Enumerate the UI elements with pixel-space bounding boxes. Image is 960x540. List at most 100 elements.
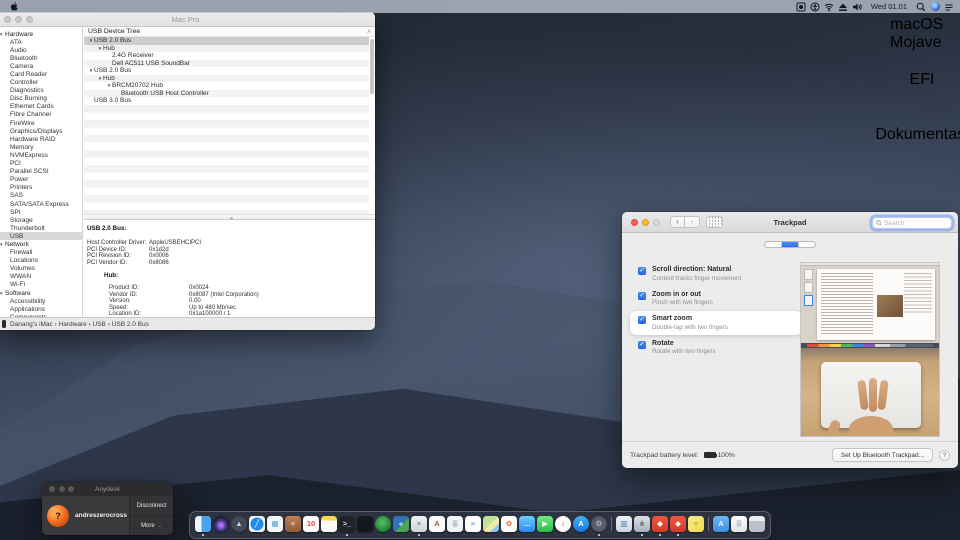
- sysinfo-sidebar-item[interactable]: Fibre Channel: [0, 111, 82, 119]
- sysinfo-sidebar-item[interactable]: USB: [0, 232, 82, 240]
- menubar-clock[interactable]: Wed 01.01: [864, 2, 914, 11]
- usb-tree-row[interactable]: ▼ BRCM20702 Hub: [84, 82, 369, 90]
- launchpad-dock-icon[interactable]: ▲: [231, 514, 247, 536]
- volume-icon[interactable]: [850, 1, 864, 12]
- siri-icon[interactable]: [928, 1, 942, 12]
- fish-app-dock-icon[interactable]: «: [393, 514, 409, 536]
- preview-dock-icon[interactable]: ▦: [267, 514, 283, 536]
- stickies-dock-icon[interactable]: ≡: [688, 514, 704, 536]
- setup-bluetooth-trackpad-button[interactable]: Set Up Bluetooth Trackpad...: [832, 448, 933, 462]
- siri-dock-icon[interactable]: [213, 514, 229, 536]
- zoom-button[interactable]: [653, 219, 660, 226]
- sysinfo-sidebar-item[interactable]: PCI: [0, 160, 82, 168]
- tools-app-dock-icon[interactable]: ×: [411, 514, 427, 536]
- sysinfo-sidebar-item[interactable]: Wi-Fi: [0, 281, 82, 289]
- sysinfo-sidebar-item[interactable]: Bluetooth: [0, 54, 82, 62]
- sysinfo-sidebar-item[interactable]: ▼ Hardware: [0, 30, 82, 38]
- sysinfo-sidebar-item[interactable]: Camera: [0, 62, 82, 70]
- document-app-dock-icon[interactable]: ≣: [447, 514, 463, 536]
- help-button[interactable]: ?: [939, 450, 950, 461]
- facetime-dock-icon[interactable]: ▶: [537, 514, 553, 536]
- forward-button[interactable]: ›: [685, 216, 700, 228]
- more-button[interactable]: More ⌄: [130, 515, 173, 535]
- anydesk-2-dock-icon[interactable]: ◆: [670, 514, 686, 536]
- sysinfo-sidebar-item[interactable]: Applications: [0, 305, 82, 313]
- contacts-dock-icon[interactable]: ≡: [285, 514, 301, 536]
- sysinfo-sidebar-item[interactable]: WWAN: [0, 273, 82, 281]
- finder-dock-icon[interactable]: [195, 514, 211, 536]
- checkbox[interactable]: ✓: [638, 341, 646, 349]
- stats-app-dock-icon[interactable]: ▥: [616, 514, 632, 536]
- sysinfo-sidebar-item[interactable]: ATA: [0, 38, 82, 46]
- show-all-grid-button[interactable]: [706, 216, 723, 228]
- checkbox[interactable]: ✓: [638, 292, 646, 300]
- safari-dock-icon[interactable]: ╱: [249, 514, 265, 536]
- calendar-dock-icon[interactable]: 10: [303, 514, 319, 536]
- usb-tree-row[interactable]: ▼ Hub: [84, 45, 369, 53]
- usb-tree-row[interactable]: ▼ USB 2.0 Bus: [84, 67, 369, 75]
- globe-app-dock-icon[interactable]: [375, 514, 391, 536]
- trash-dock-icon[interactable]: [749, 514, 765, 536]
- sysinfo-sidebar-item[interactable]: Parallel SCSI: [0, 168, 82, 176]
- maps-dock-icon[interactable]: [483, 514, 499, 536]
- notification-center-icon[interactable]: [942, 1, 956, 12]
- sysinfo-sidebar-item[interactable]: Controller: [0, 79, 82, 87]
- sysinfo-sidebar-item[interactable]: Graphics/Displays: [0, 127, 82, 135]
- dokumentasi-folder-icon[interactable]: Dokumentasi: [890, 126, 954, 176]
- sysinfo-sidebar-item[interactable]: Printers: [0, 184, 82, 192]
- apple-menu-icon[interactable]: [10, 2, 20, 12]
- system-information-titlebar[interactable]: Mac Pro: [0, 12, 375, 27]
- notes-dock-icon[interactable]: [321, 514, 337, 536]
- sysinfo-sidebar-item[interactable]: Thunderbolt: [0, 224, 82, 232]
- collapse-chevron-icon[interactable]: ∧: [367, 28, 371, 35]
- system-preferences-dock-icon[interactable]: ⚙: [591, 514, 607, 536]
- usb-tree-row[interactable]: USB 3.0 Bus: [84, 97, 369, 105]
- spotlight-icon[interactable]: [914, 1, 928, 12]
- sysinfo-sidebar-item[interactable]: Hardware RAID: [0, 135, 82, 143]
- dock-divider-2[interactable]: [706, 514, 711, 536]
- checkbox[interactable]: ✓: [638, 267, 646, 275]
- usb-tree-row[interactable]: ▼ USB 2.0 Bus: [84, 37, 369, 45]
- wifi-icon[interactable]: [822, 1, 836, 12]
- prefs-tab[interactable]: [799, 242, 815, 247]
- sysinfo-sidebar-item[interactable]: SPI: [0, 208, 82, 216]
- efi-drive-icon[interactable]: EFI: [890, 71, 954, 121]
- usb-tree-row[interactable]: 2.4G Receiver: [84, 52, 369, 60]
- sysinfo-sidebar-item[interactable]: Memory: [0, 143, 82, 151]
- sysinfo-sidebar-item[interactable]: ▼ Software: [0, 289, 82, 297]
- minimize-button[interactable]: [642, 219, 649, 226]
- terminal-dock-icon[interactable]: >_: [339, 514, 355, 536]
- sysinfo-sidebar-item[interactable]: Storage: [0, 216, 82, 224]
- sysinfo-sidebar-item[interactable]: FireWire: [0, 119, 82, 127]
- applications-folder-dock-icon[interactable]: A: [713, 514, 729, 536]
- gesture-demo-video[interactable]: [800, 262, 940, 437]
- sysinfo-sidebar-item[interactable]: Volumes: [0, 265, 82, 273]
- sysinfo-sidebar-item[interactable]: SAS: [0, 192, 82, 200]
- usb-device-tree-header[interactable]: USB Device Tree ∧: [84, 27, 375, 37]
- sysinfo-sidebar-item[interactable]: ▼ Network: [0, 240, 82, 248]
- screen-recording-icon[interactable]: [794, 1, 808, 12]
- sysinfo-sidebar-item[interactable]: Audio: [0, 46, 82, 54]
- sysinfo-sidebar-item[interactable]: Power: [0, 176, 82, 184]
- scrollbar-thumb[interactable]: [370, 39, 374, 94]
- automator-dock-icon[interactable]: ⋔: [634, 514, 650, 536]
- usb-tree-row[interactable]: Bluetooth USB Host Controller: [84, 90, 369, 98]
- itunes-dock-icon[interactable]: ♪: [555, 514, 571, 536]
- usb-tree-row[interactable]: Dell AC511 USB SoundBar: [84, 60, 369, 68]
- prefs-tab[interactable]: [765, 242, 782, 247]
- recent-document-dock-icon[interactable]: ≣: [731, 514, 747, 536]
- sysinfo-sidebar-item[interactable]: NVMExpress: [0, 151, 82, 159]
- anydesk-titlebar[interactable]: Anydesk: [42, 482, 173, 496]
- close-button[interactable]: [631, 219, 638, 226]
- messages-dock-icon[interactable]: …: [519, 514, 535, 536]
- usb-tree-row[interactable]: ▼ Hub: [84, 75, 369, 83]
- dock-divider[interactable]: [609, 514, 614, 536]
- reminders-dock-icon[interactable]: ≡: [465, 514, 481, 536]
- sysinfo-sidebar-item[interactable]: Diagnostics: [0, 87, 82, 95]
- accessibility-icon[interactable]: [808, 1, 822, 12]
- search-field[interactable]: Search: [872, 217, 952, 229]
- sysinfo-sidebar-item[interactable]: SATA/SATA Express: [0, 200, 82, 208]
- sysinfo-sidebar-item[interactable]: Disc Burning: [0, 95, 82, 103]
- photos-dock-icon[interactable]: ✿: [501, 514, 517, 536]
- textedit-dock-icon[interactable]: A: [429, 514, 445, 536]
